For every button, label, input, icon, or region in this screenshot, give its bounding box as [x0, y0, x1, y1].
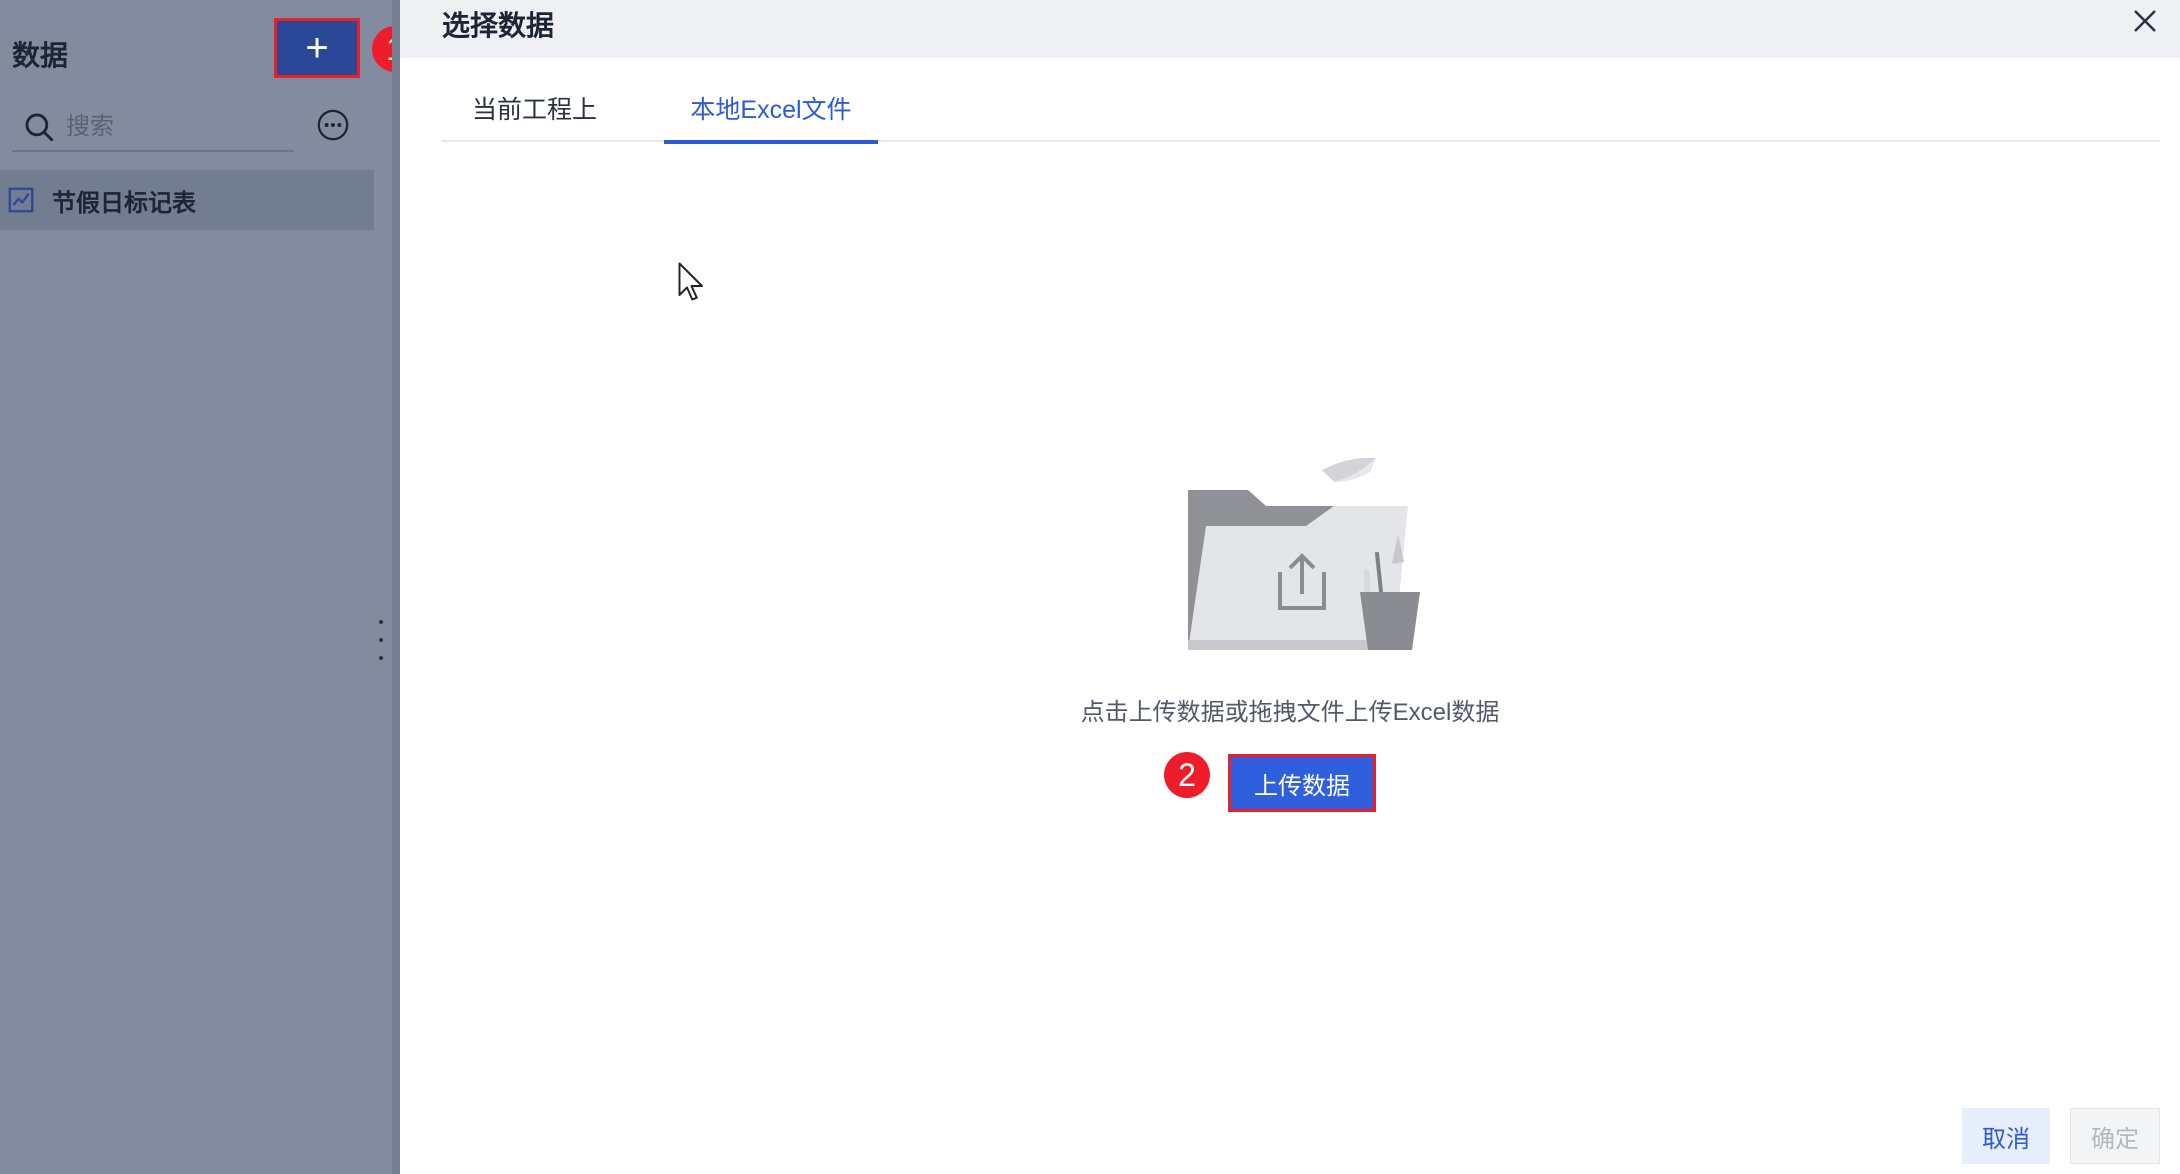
- data-sidebar: 数据 + 1 节假日标记表: [0, 0, 418, 1174]
- sidebar-search: [12, 104, 294, 152]
- mouse-cursor-icon: [678, 262, 703, 301]
- close-icon[interactable]: [2130, 6, 2160, 36]
- search-input[interactable]: [66, 113, 286, 141]
- sidebar-item-label: 节假日标记表: [52, 189, 196, 217]
- add-data-button[interactable]: +: [274, 18, 360, 78]
- source-tabs: 当前工程上 本地Excel文件: [442, 82, 2160, 144]
- step-badge-2: 2: [1164, 752, 1210, 798]
- more-options-icon[interactable]: [316, 108, 350, 142]
- upload-hint-text: 点击上传数据或拖拽文件上传Excel数据: [1080, 699, 1500, 726]
- sidebar-title: 数据: [12, 40, 69, 71]
- dialog-header: 选择数据: [400, 0, 2180, 58]
- tab-current-project[interactable]: 当前工程上: [472, 82, 597, 142]
- confirm-button[interactable]: 确定: [2070, 1108, 2160, 1164]
- upload-data-button[interactable]: 上传数据: [1228, 754, 1376, 812]
- sidebar-item-holiday-table[interactable]: 节假日标记表: [0, 170, 374, 230]
- folder-upload-illustration-icon: [1188, 457, 1420, 650]
- dialog-title: 选择数据: [442, 10, 555, 41]
- line-chart-icon: [8, 187, 34, 213]
- sidebar-edge: [392, 0, 400, 1174]
- plus-icon: +: [305, 26, 329, 70]
- sidebar-resize-handle[interactable]: [374, 620, 388, 660]
- tab-local-excel[interactable]: 本地Excel文件: [664, 82, 878, 144]
- cancel-button[interactable]: 取消: [1962, 1108, 2050, 1164]
- app-root: 数据 + 1 节假日标记表: [0, 0, 2180, 1174]
- select-data-dialog: 选择数据 当前工程上 本地Excel文件 点击上传数据或拖拽文件上传Excel数…: [400, 0, 2180, 1174]
- search-icon: [25, 113, 54, 142]
